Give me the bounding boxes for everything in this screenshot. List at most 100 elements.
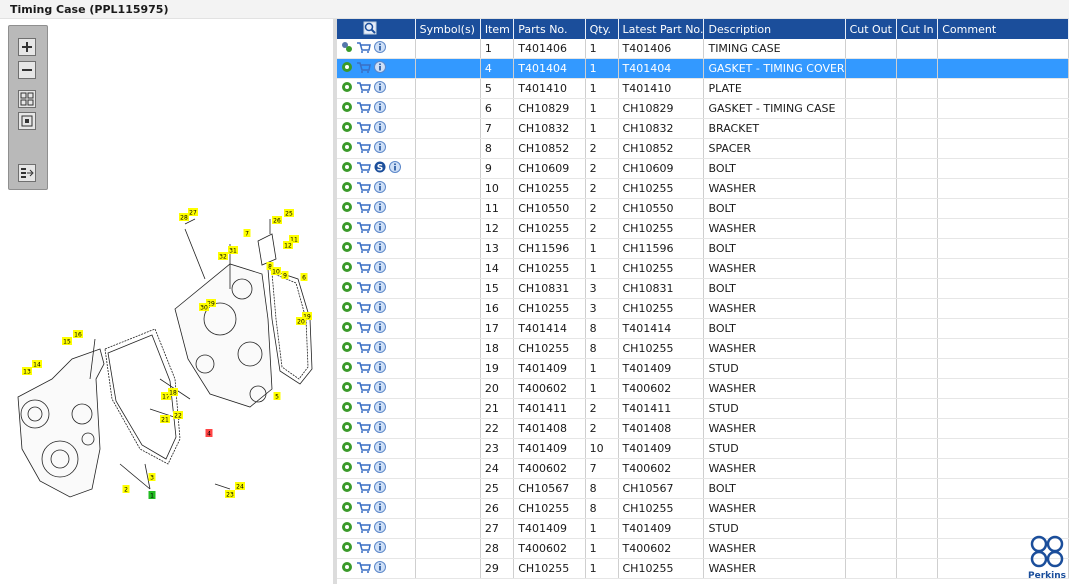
callout-label[interactable]: 26	[272, 216, 282, 225]
parts-icon[interactable]	[341, 41, 353, 56]
table-row[interactable]: 16 CH10255 3 CH10255 WASHER	[337, 298, 1069, 319]
gear-icon[interactable]	[341, 401, 353, 416]
col-header-latest-part-no[interactable]: Latest Part No.	[618, 19, 705, 39]
info-icon[interactable]	[374, 221, 386, 236]
info-icon[interactable]	[374, 361, 386, 376]
cart-icon[interactable]	[356, 61, 371, 76]
info-icon[interactable]	[374, 261, 386, 276]
cart-icon[interactable]	[356, 101, 371, 116]
gear-icon[interactable]	[341, 301, 353, 316]
cart-icon[interactable]	[356, 401, 371, 416]
table-row[interactable]: 5 T401410 1 T401410 PLATE	[337, 78, 1069, 99]
info-icon[interactable]	[389, 161, 401, 176]
gear-icon[interactable]	[341, 201, 353, 216]
col-header-icons[interactable]	[337, 19, 416, 39]
col-header-parts-no[interactable]: Parts No.	[513, 19, 586, 39]
callout-label[interactable]: 22	[173, 411, 183, 420]
cart-icon[interactable]	[356, 381, 371, 396]
table-row[interactable]: 7 CH10832 1 CH10832 BRACKET	[337, 118, 1069, 139]
search-parts-icon[interactable]	[363, 21, 377, 38]
info-icon[interactable]	[374, 381, 386, 396]
cart-icon[interactable]	[356, 321, 371, 336]
col-header-cut-out[interactable]: Cut Out	[845, 19, 897, 39]
info-icon[interactable]	[374, 61, 386, 76]
callout-label[interactable]: 4	[205, 429, 213, 438]
cart-icon[interactable]	[356, 221, 371, 236]
gear-icon[interactable]	[341, 561, 353, 576]
table-row[interactable]: 24 T400602 7 T400602 WASHER	[337, 458, 1069, 479]
table-row[interactable]: 26 CH10255 8 CH10255 WASHER	[337, 498, 1069, 519]
gear-icon[interactable]	[341, 221, 353, 236]
callout-label[interactable]: 25	[284, 209, 294, 218]
gear-icon[interactable]	[341, 441, 353, 456]
info-icon[interactable]	[374, 501, 386, 516]
info-icon[interactable]	[374, 181, 386, 196]
table-row[interactable]: 27 T401409 1 T401409 STUD	[337, 518, 1069, 539]
table-row[interactable]: 19 T401409 1 T401409 STUD	[337, 358, 1069, 379]
cart-icon[interactable]	[356, 341, 371, 356]
info-icon[interactable]	[374, 341, 386, 356]
cart-icon[interactable]	[356, 181, 371, 196]
gear-icon[interactable]	[341, 421, 353, 436]
info-icon[interactable]	[374, 141, 386, 156]
gear-icon[interactable]	[341, 161, 353, 176]
info-icon[interactable]	[374, 421, 386, 436]
info-icon[interactable]	[374, 81, 386, 96]
callout-label[interactable]: 20	[296, 317, 306, 326]
cart-icon[interactable]	[356, 441, 371, 456]
table-row[interactable]: 20 T400602 1 T400602 WASHER	[337, 378, 1069, 399]
gear-icon[interactable]	[341, 181, 353, 196]
info-icon[interactable]	[374, 481, 386, 496]
col-header-comment[interactable]: Comment	[937, 19, 1069, 39]
callout-label[interactable]: 2	[122, 485, 130, 494]
table-row[interactable]: 29 CH10255 1 CH10255 WASHER	[337, 558, 1069, 579]
gear-icon[interactable]	[341, 381, 353, 396]
info-icon[interactable]	[374, 101, 386, 116]
info-icon[interactable]	[374, 541, 386, 556]
callout-label[interactable]: 27	[188, 208, 198, 217]
cart-icon[interactable]	[356, 141, 371, 156]
cart-icon[interactable]	[356, 421, 371, 436]
gear-icon[interactable]	[341, 81, 353, 96]
table-row[interactable]: 21 T401411 2 T401411 STUD	[337, 398, 1069, 419]
gear-icon[interactable]	[341, 101, 353, 116]
callout-label[interactable]: 15	[62, 337, 72, 346]
cart-icon[interactable]	[356, 201, 371, 216]
col-header-description[interactable]: Description	[703, 19, 846, 39]
table-row[interactable]: 28 T400602 1 T400602 WASHER	[337, 538, 1069, 559]
gear-icon[interactable]	[341, 481, 353, 496]
gear-icon[interactable]	[341, 361, 353, 376]
table-row[interactable]: 23 T401409 10 T401409 STUD	[337, 438, 1069, 459]
table-row[interactable]: 4 T401404 1 T401404 GASKET - TIMING COVER	[337, 58, 1069, 79]
callout-label[interactable]: 31	[228, 246, 238, 255]
table-row[interactable]: 6 CH10829 1 CH10829 GASKET - TIMING CASE	[337, 98, 1069, 119]
info-icon[interactable]	[374, 41, 386, 56]
cart-icon[interactable]	[356, 561, 371, 576]
callout-label[interactable]: 24	[235, 482, 245, 491]
table-row[interactable]: 25 CH10567 8 CH10567 BOLT	[337, 478, 1069, 499]
callout-label[interactable]: 3	[148, 473, 156, 482]
gear-icon[interactable]	[341, 281, 353, 296]
callout-label[interactable]: 1	[148, 491, 156, 500]
gear-icon[interactable]	[341, 341, 353, 356]
info-icon[interactable]	[374, 281, 386, 296]
diagram-panel[interactable]: 1 2 3 4 5 6 7 8 9 10 11 12 13 14 15 16 17 18 19 20 21 22 23 24 2…	[0, 19, 333, 584]
cart-icon[interactable]	[356, 301, 371, 316]
info-icon[interactable]	[374, 301, 386, 316]
callout-label[interactable]: 18	[168, 388, 178, 397]
info-icon[interactable]	[374, 241, 386, 256]
gear-icon[interactable]	[341, 141, 353, 156]
col-header-qty[interactable]: Qty.	[585, 19, 619, 39]
gear-icon[interactable]	[341, 61, 353, 76]
table-row[interactable]: 12 CH10255 2 CH10255 WASHER	[337, 218, 1069, 239]
col-header-item[interactable]: Item	[480, 19, 515, 39]
col-header-cut-in[interactable]: Cut In	[896, 19, 939, 39]
cart-icon[interactable]	[356, 501, 371, 516]
cart-icon[interactable]	[356, 281, 371, 296]
gear-icon[interactable]	[341, 121, 353, 136]
table-row[interactable]: 11 CH10550 2 CH10550 BOLT	[337, 198, 1069, 219]
gear-icon[interactable]	[341, 241, 353, 256]
table-row[interactable]: 18 CH10255 8 CH10255 WASHER	[337, 338, 1069, 359]
supersession-icon[interactable]: S	[374, 161, 386, 176]
callout-label[interactable]: 7	[243, 229, 251, 238]
